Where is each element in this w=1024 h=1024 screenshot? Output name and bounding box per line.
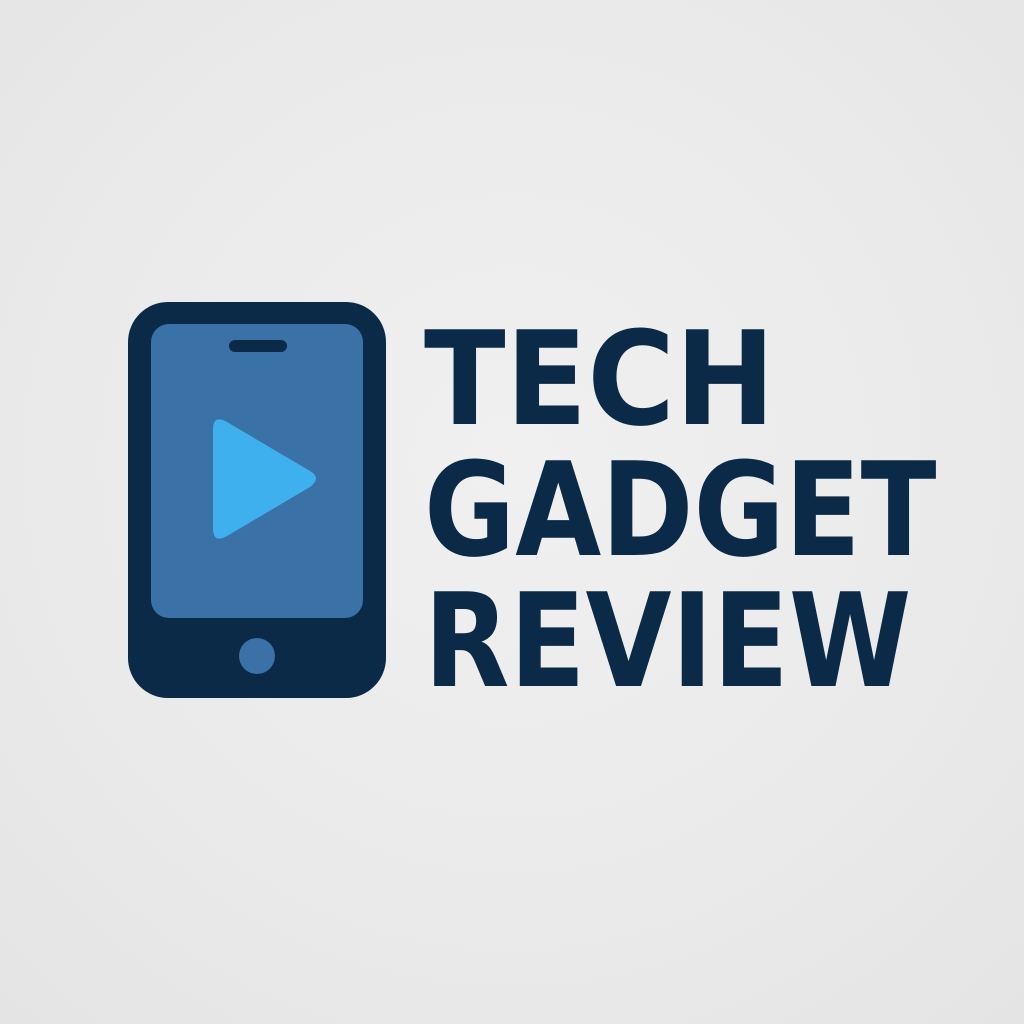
wordmark-line-tech: TECH: [424, 303, 776, 455]
wordmark-line-gadget: GADGET: [424, 434, 937, 586]
smartphone-play-icon: [128, 302, 386, 698]
phone-home-button: [239, 638, 275, 674]
phone-speaker: [229, 340, 287, 352]
logo-canvas: TECH GADGET REVIEW: [0, 0, 1024, 1024]
brand-wordmark: TECH GADGET REVIEW: [424, 303, 944, 706]
wordmark-line-review: REVIEW: [424, 565, 912, 717]
